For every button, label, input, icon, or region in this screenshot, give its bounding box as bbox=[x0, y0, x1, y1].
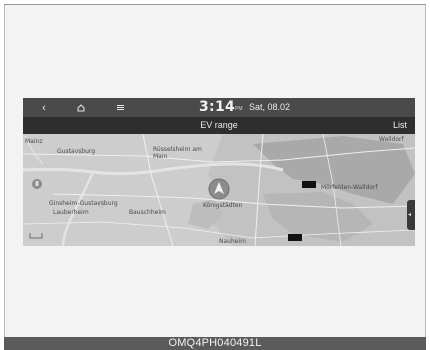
top-rule bbox=[4, 4, 426, 5]
map-label-bauschheim: Bauschheim bbox=[129, 209, 166, 216]
map-view[interactable]: Mainz Gustavsburg Rüsselsheim am Main Wa… bbox=[23, 134, 415, 246]
home-icon bbox=[77, 103, 85, 111]
clock-ampm: PM bbox=[235, 106, 243, 112]
map-label-walldorf: Walldorf bbox=[379, 136, 404, 143]
map-label-lauberheim: Lauberheim bbox=[53, 209, 89, 216]
map-label-morfelden: Mörfelden-Walldorf bbox=[321, 184, 378, 191]
menu-button[interactable] bbox=[109, 98, 131, 117]
caption-bar: OMQ4PH040491L bbox=[4, 337, 426, 350]
title-bar: EV range List bbox=[23, 117, 415, 134]
map-label-mainz: Mainz bbox=[25, 138, 43, 145]
clock-date: Sat, 08.02 bbox=[249, 102, 291, 112]
map-label-gustavsburg: Gustavsburg bbox=[57, 148, 96, 155]
clock-time: 3:14 bbox=[199, 99, 236, 115]
back-button[interactable]: ‹ bbox=[33, 98, 55, 117]
map-label-russelsheim: Rüsselsheim am Main bbox=[153, 146, 202, 160]
current-position-icon bbox=[208, 178, 230, 200]
page-title: EV range bbox=[200, 120, 238, 130]
infotainment-screen: ‹ 3:14 PM Sat, 08.02 EV range List Mainz… bbox=[23, 98, 415, 246]
status-bar: ‹ 3:14 PM Sat, 08.02 bbox=[23, 98, 415, 117]
map-control-icon[interactable] bbox=[31, 178, 43, 190]
map-label-konigstadten: Königstädten bbox=[203, 202, 243, 209]
chevron-left-icon: ◂ bbox=[408, 212, 412, 218]
menu-icon bbox=[116, 105, 124, 110]
side-panel-tab[interactable]: ◂ bbox=[407, 200, 415, 230]
map-label-ginsheim: Ginsheim-Gustavsburg bbox=[49, 200, 118, 207]
map-scale-icon bbox=[29, 233, 43, 239]
chevron-left-icon: ‹ bbox=[42, 101, 46, 114]
home-button[interactable] bbox=[70, 98, 92, 117]
map-label-nauheim: Nauheim bbox=[219, 238, 246, 245]
list-button[interactable]: List bbox=[393, 120, 407, 130]
figure-caption: OMQ4PH040491L bbox=[168, 337, 262, 349]
